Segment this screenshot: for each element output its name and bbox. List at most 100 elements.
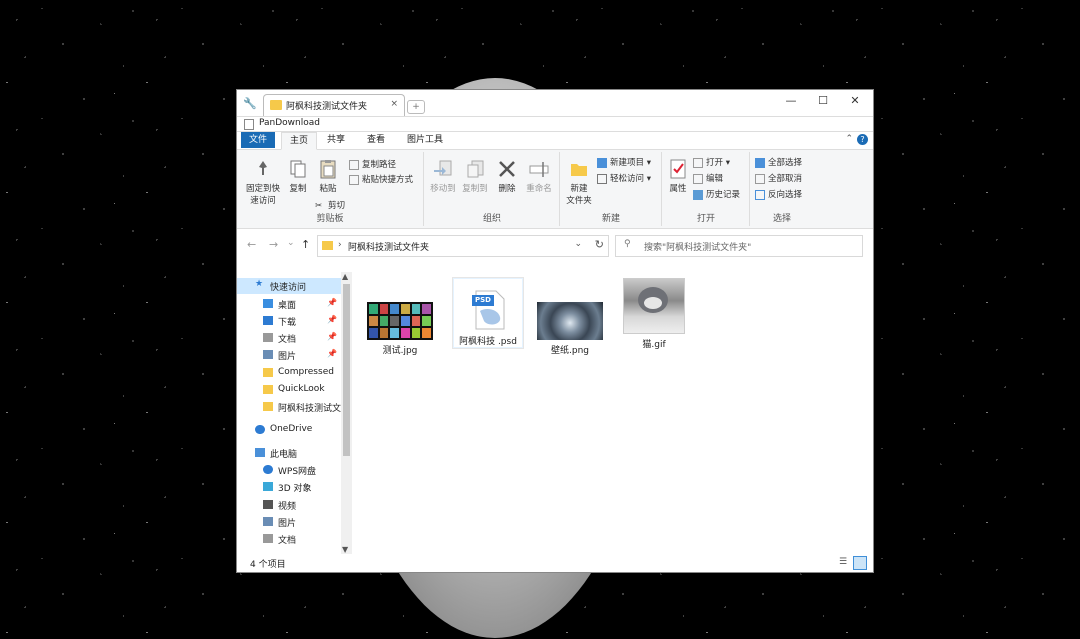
sidebar-item[interactable]: 视频 (237, 497, 341, 513)
sidebar-item[interactable]: 此电脑 (237, 445, 341, 461)
sidebar-item[interactable]: 图片 📌 (237, 347, 341, 363)
folder-tab[interactable]: 阿枫科技测试文件夹 × (263, 94, 405, 117)
recent-locations-button[interactable]: ⌄ (287, 238, 295, 248)
sidebar-item[interactable]: 文档 (237, 531, 341, 547)
pin-icon[interactable]: 📌 (327, 332, 337, 341)
organize-group: 移动到 复制到 删除 重命名 组织 (425, 152, 560, 226)
sidebar-item[interactable]: WPS网盘 (237, 462, 341, 478)
delete-button[interactable]: 删除 (493, 158, 521, 194)
tab-file[interactable]: 文件 (241, 132, 276, 148)
up-button[interactable]: ↑ (301, 238, 310, 251)
new-item-button[interactable]: 新建项目 ▾ (597, 156, 651, 168)
maximize-button[interactable]: ☐ (811, 94, 835, 107)
chevron-down-icon[interactable]: ⌄ (574, 239, 582, 249)
psd-icon: PSD (468, 289, 508, 331)
select-none-button[interactable]: 全部取消 (755, 172, 802, 184)
paste-shortcut-icon (349, 174, 359, 185)
copy-path-button[interactable]: 复制路径 (349, 158, 396, 170)
tab-picture-tools[interactable]: 图片工具 (399, 132, 451, 148)
file-list: 测试.jpg PSD 阿枫科技 .psd 壁纸.png 猫.gif (355, 272, 873, 554)
sidebar-item-label: 3D 对象 (278, 484, 312, 494)
move-to-button[interactable]: 移动到 (427, 158, 459, 194)
sidebar-item[interactable]: OneDrive (237, 422, 341, 438)
copy-to-icon (464, 158, 486, 180)
tab-share[interactable]: 共享 (319, 132, 353, 148)
pin-quick-access-button[interactable]: 固定到快 速访问 (243, 158, 283, 206)
rename-button[interactable]: 重命名 (523, 158, 555, 194)
new-folder-button[interactable]: 新建 文件夹 (563, 158, 595, 206)
file-item[interactable]: 壁纸.png (535, 302, 605, 356)
file-item[interactable]: 猫.gif (619, 278, 689, 350)
tab-view[interactable]: 查看 (359, 132, 393, 148)
large-icons-view-icon[interactable] (853, 556, 867, 570)
secondary-path-bar[interactable]: PanDownload (237, 116, 873, 132)
new-tab-button[interactable]: + (407, 100, 425, 114)
sidebar-item[interactable]: 桌面 📌 (237, 296, 341, 312)
tab-home[interactable]: 主页 (281, 132, 318, 150)
minimize-button[interactable]: — (779, 94, 803, 107)
address-bar[interactable]: › 阿枫科技测试文件夹 ⌄ ↻ (317, 235, 609, 257)
psd-badge: PSD (475, 296, 491, 304)
sidebar-item-label: 文档 (278, 536, 297, 546)
sidebar-item[interactable]: 阿枫科技测试文 (237, 399, 341, 415)
sidebar-scrollbar[interactable]: ▲ ▼ (341, 272, 352, 554)
select-group: 全部选择 全部取消 反向选择 选择 (751, 152, 813, 226)
easy-access-icon (597, 173, 607, 184)
tools-icon[interactable]: 🔧 (243, 97, 257, 110)
pin-icon[interactable]: 📌 (327, 298, 337, 307)
open-button[interactable]: 打开 ▾ (693, 156, 730, 168)
pin-icon[interactable]: 📌 (327, 349, 337, 358)
invert-selection-button[interactable]: 反向选择 (755, 188, 802, 200)
sidebar-item[interactable]: ★ 快速访问 (237, 278, 341, 294)
ribbon-tabs: 文件 主页 共享 查看 图片工具 ⌃ ? (237, 132, 873, 150)
easy-access-button[interactable]: 轻松访问 ▾ (597, 172, 651, 184)
history-button[interactable]: 历史记录 (693, 188, 740, 200)
sidebar-item-label: 图片 (278, 519, 297, 529)
forward-button[interactable]: → (269, 238, 278, 251)
back-button[interactable]: ← (247, 238, 256, 251)
pin-icon (252, 158, 274, 180)
ribbon-collapse-icon[interactable]: ⌃ (845, 134, 853, 144)
properties-button[interactable]: 属性 (665, 158, 691, 194)
pin-icon[interactable]: 📌 (327, 315, 337, 324)
cut-button[interactable]: ✂ 剪切 (315, 199, 345, 212)
refresh-icon[interactable]: ↻ (595, 238, 604, 251)
sidebar-item-label: WPS网盘 (278, 467, 317, 477)
search-box[interactable]: ⚲ 搜索"阿枫科技测试文件夹" (615, 235, 863, 257)
sidebar-item-label: Compressed (278, 367, 334, 377)
cat-thumbnail (623, 278, 685, 334)
history-icon (693, 189, 703, 200)
folder-icon (263, 402, 273, 411)
paste-button[interactable]: 粘贴 (315, 158, 341, 194)
help-icon[interactable]: ? (857, 134, 868, 145)
new-item-icon (597, 157, 607, 168)
search-icon: ⚲ (624, 239, 631, 249)
sidebar-item[interactable]: 下载 📌 (237, 313, 341, 329)
edit-button[interactable]: 编辑 (693, 172, 723, 184)
folder-icon (270, 100, 282, 110)
tab-close-button[interactable]: × (390, 99, 398, 109)
new-group: 新建 文件夹 新建项目 ▾ 轻松访问 ▾ 新建 (561, 152, 662, 226)
paste-shortcut-button[interactable]: 粘贴快捷方式 (349, 173, 413, 185)
video-icon (263, 500, 273, 509)
scroll-up-icon[interactable]: ▲ (342, 272, 348, 281)
copy-button[interactable]: 复制 (285, 158, 311, 194)
scroll-thumb[interactable] (343, 284, 350, 456)
sidebar-item[interactable]: QuickLook (237, 382, 341, 398)
copy-to-button[interactable]: 复制到 (459, 158, 491, 194)
sidebar-item[interactable]: 图片 (237, 514, 341, 530)
sidebar-item-label: 阿枫科技测试文 (278, 404, 342, 414)
file-item[interactable]: PSD 阿枫科技 .psd (453, 278, 523, 348)
sidebar-item[interactable]: 3D 对象 (237, 479, 341, 495)
select-all-button[interactable]: 全部选择 (755, 156, 802, 168)
sidebar-item[interactable]: Compressed (237, 365, 341, 381)
close-button[interactable]: ✕ (843, 94, 867, 107)
file-item[interactable]: 测试.jpg (365, 302, 435, 356)
copy-icon (287, 158, 309, 180)
document-icon (263, 333, 273, 342)
scroll-down-icon[interactable]: ▼ (342, 545, 348, 554)
sidebar-item[interactable]: 文档 📌 (237, 330, 341, 346)
file-explorer-window: 🔧 阿枫科技测试文件夹 × + — ☐ ✕ PanDownload 文件 主页 … (237, 90, 873, 572)
details-view-icon[interactable]: ☰ (839, 557, 851, 568)
download-icon (263, 316, 273, 325)
